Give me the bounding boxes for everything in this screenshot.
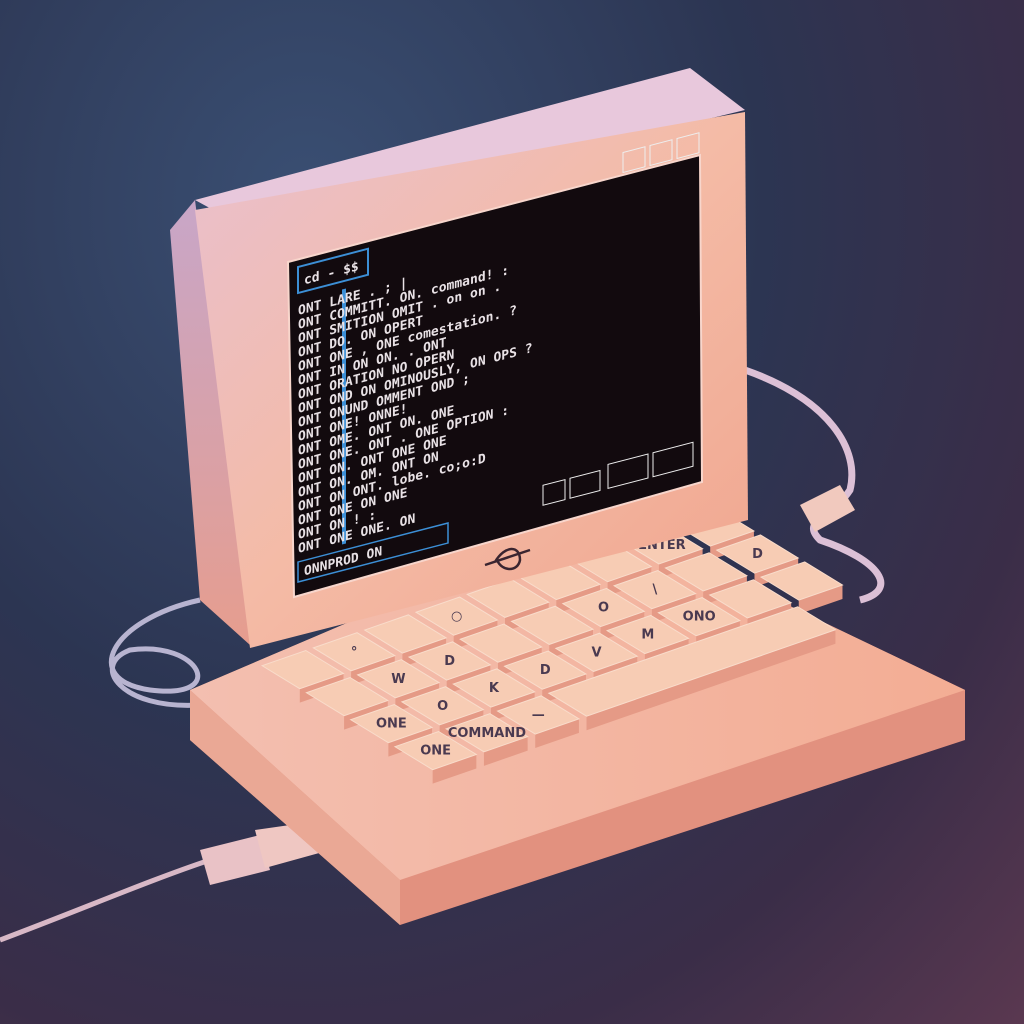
key-label: ONO xyxy=(683,610,716,625)
key-label: — xyxy=(532,708,545,723)
key-label: V xyxy=(592,645,602,660)
key-label: W xyxy=(391,672,405,687)
key-label: ° xyxy=(351,645,358,660)
key-label: ONE xyxy=(420,744,451,759)
key-label: ○ xyxy=(451,609,462,624)
key-label: O xyxy=(437,699,448,714)
key-label: \ xyxy=(652,583,657,598)
key-label: K xyxy=(489,681,500,696)
coiled-cable xyxy=(108,597,201,708)
scene: °○ENTERWDO\DONEOKDVMONOONECOMMAND— cd - … xyxy=(0,68,965,943)
key-label: COMMAND xyxy=(448,726,526,741)
key-label: M xyxy=(641,627,654,642)
key-label: ONE xyxy=(376,717,407,732)
key-label: D xyxy=(540,663,551,678)
key-label: D xyxy=(444,654,455,669)
key-label: D xyxy=(752,547,763,562)
key-label: O xyxy=(598,600,609,615)
usb-cable xyxy=(0,857,211,943)
